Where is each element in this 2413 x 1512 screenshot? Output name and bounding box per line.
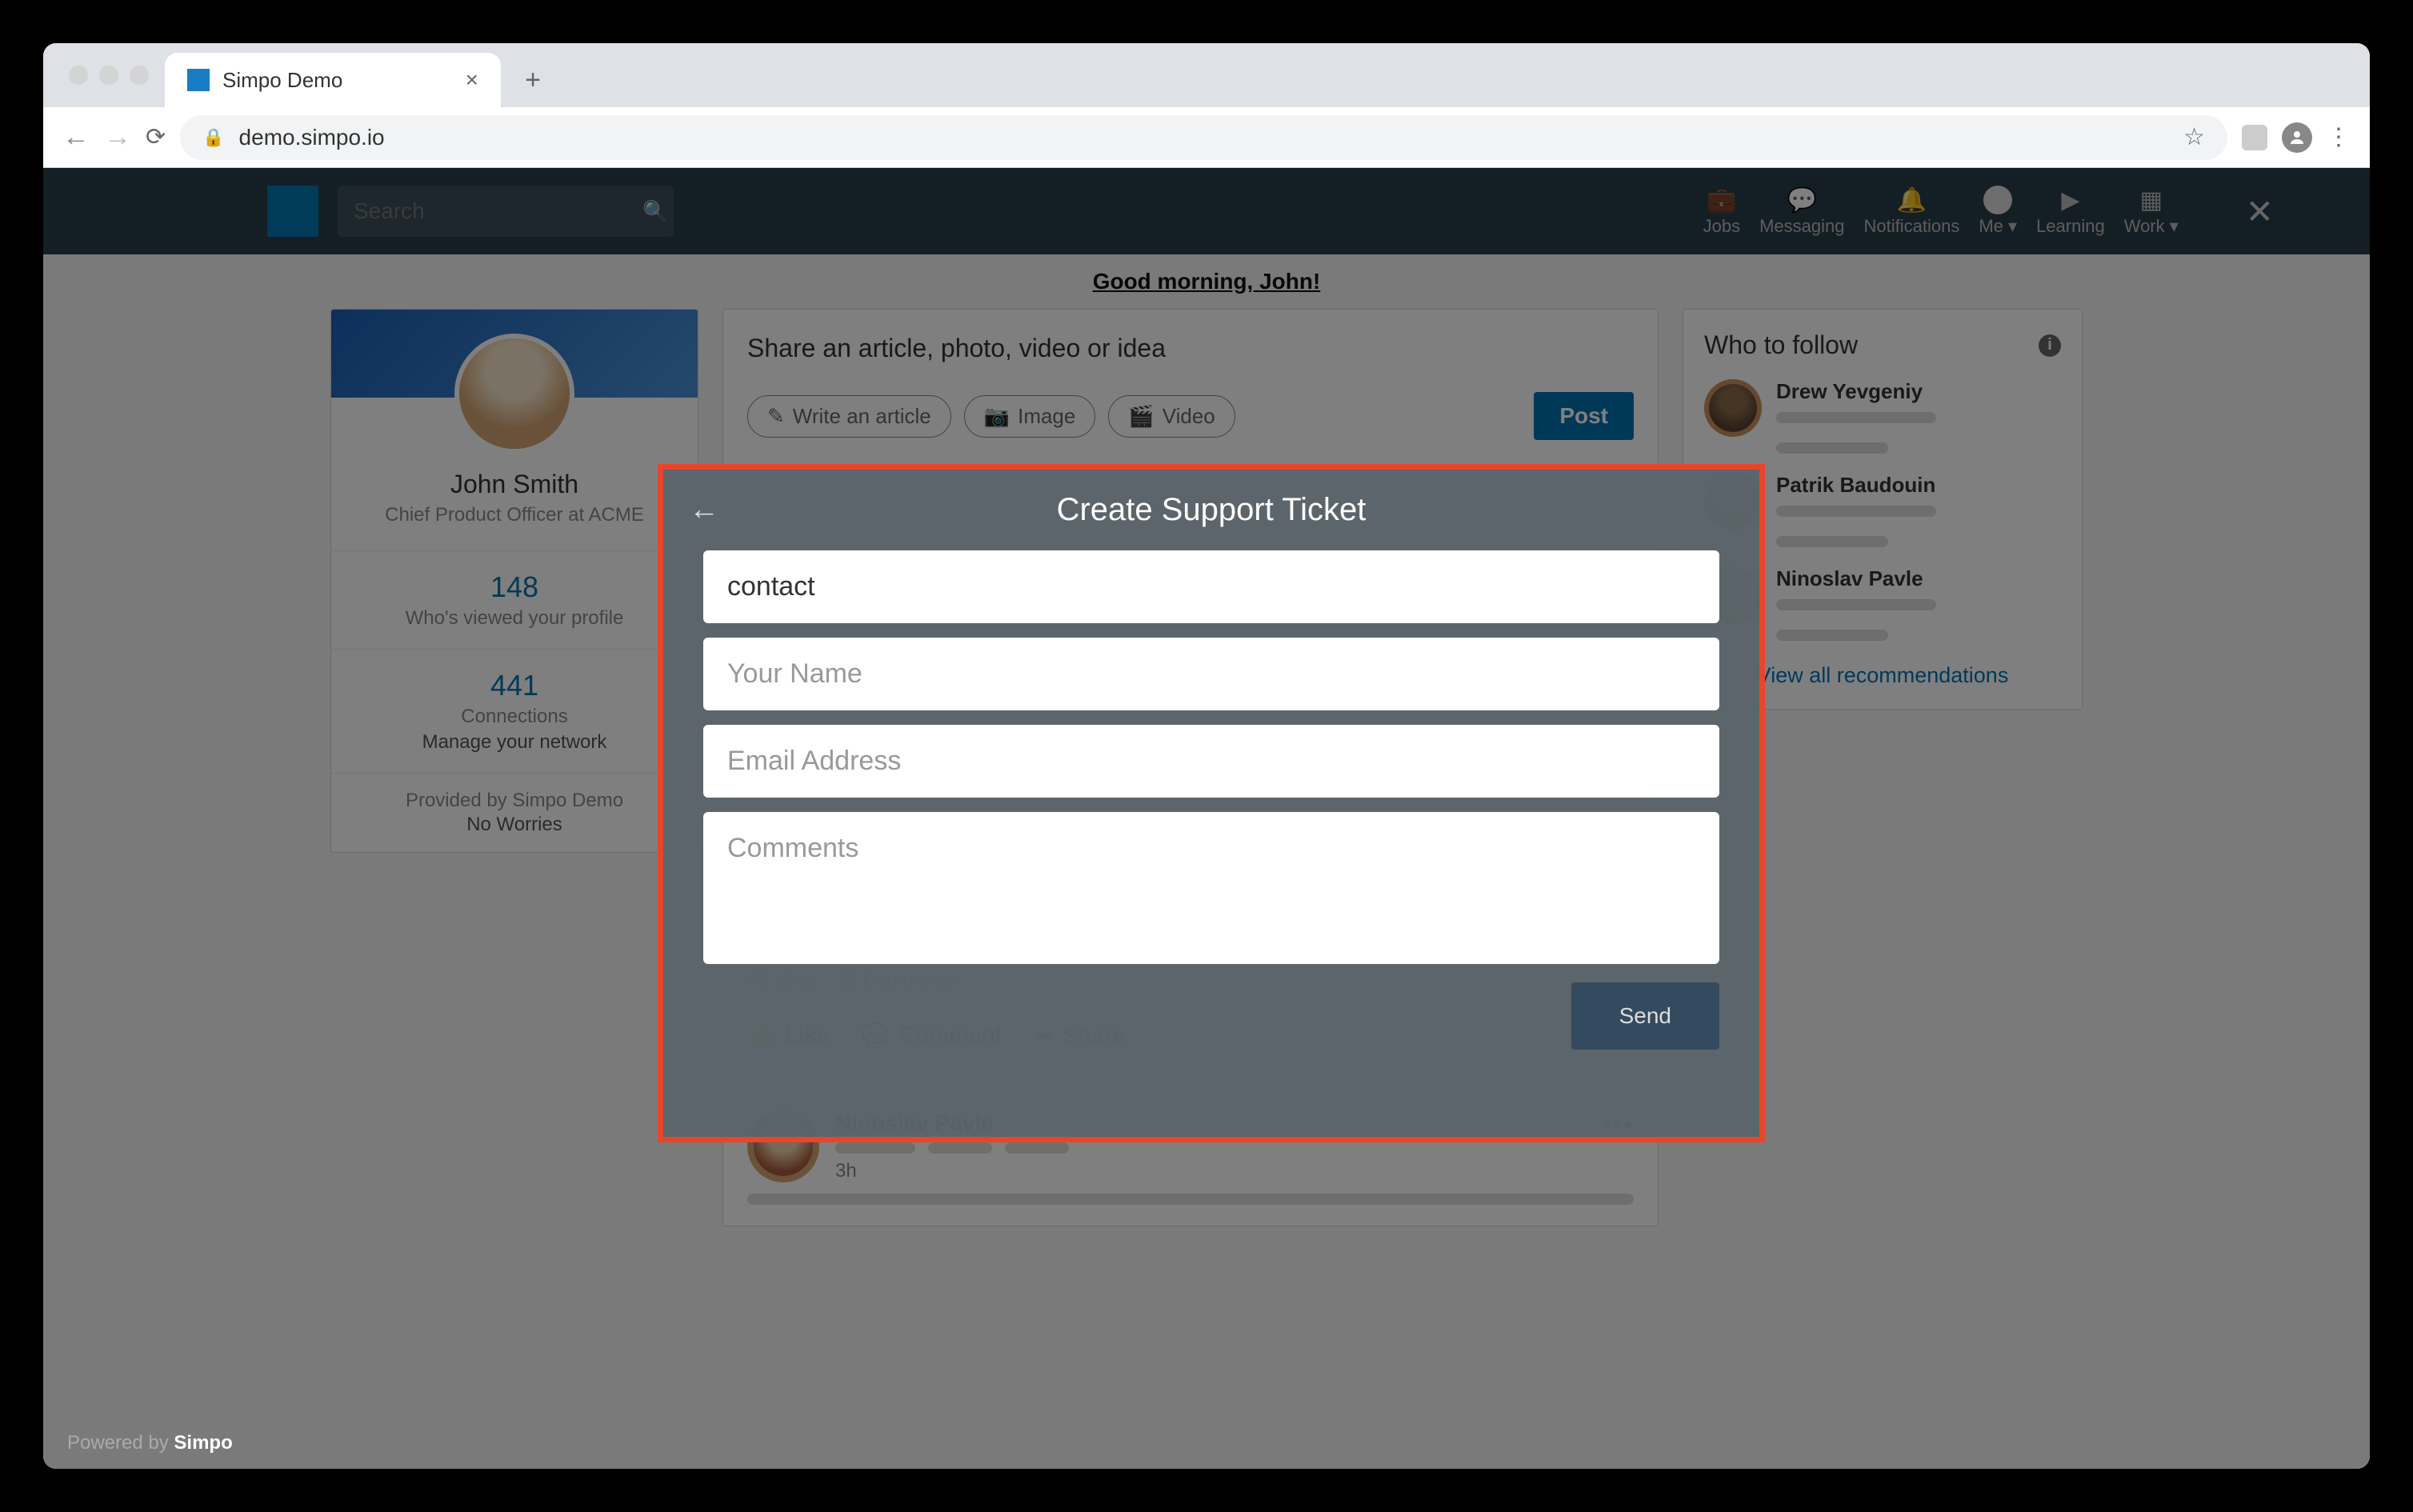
profile-button[interactable] [2282, 122, 2312, 153]
new-tab-button[interactable]: + [517, 64, 549, 96]
subject-input[interactable] [703, 550, 1719, 623]
support-ticket-dialog: ← Create Support Ticket Send [663, 470, 1759, 1137]
browser-tabbar: Simpo Demo × + [43, 43, 2370, 107]
forward-button[interactable]: → [104, 122, 131, 153]
tab-title: Simpo Demo [222, 68, 342, 93]
tab-favicon [187, 69, 210, 91]
address-bar[interactable]: 🔒 demo.simpo.io ☆ [180, 115, 2227, 160]
highlight-frame: ← Create Support Ticket Send [658, 464, 1765, 1142]
dialog-title: Create Support Ticket [1057, 492, 1367, 528]
chrome-menu-icon[interactable]: ⋮ [2327, 123, 2351, 151]
browser-window: Simpo Demo × + ← → ⟳ 🔒 demo.simpo.io ☆ ⋮… [43, 43, 2370, 1469]
url-text: demo.simpo.io [239, 125, 385, 150]
window-controls[interactable] [69, 66, 149, 85]
lock-icon: 🔒 [202, 127, 224, 148]
back-arrow-icon[interactable]: ← [689, 493, 719, 527]
name-input[interactable] [703, 638, 1719, 710]
page-content: 🔍 💼Jobs 💬Messaging 🔔Notifications Me ▾ ▶… [43, 168, 2370, 1469]
reload-button[interactable]: ⟳ [146, 123, 166, 151]
extension-icon[interactable] [2242, 125, 2267, 150]
browser-toolbar: ← → ⟳ 🔒 demo.simpo.io ☆ ⋮ [43, 107, 2370, 168]
bookmark-icon[interactable]: ☆ [2183, 123, 2205, 151]
browser-tab[interactable]: Simpo Demo × [165, 53, 501, 107]
tab-close-icon[interactable]: × [466, 67, 478, 93]
comments-input[interactable] [703, 812, 1719, 964]
back-button[interactable]: ← [62, 122, 90, 153]
email-input[interactable] [703, 725, 1719, 798]
send-button[interactable]: Send [1571, 982, 1719, 1050]
powered-by: Powered by Simpo [67, 1432, 233, 1454]
